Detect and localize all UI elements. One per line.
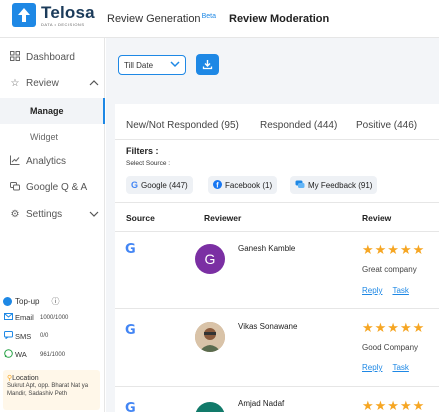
feedback-icon bbox=[295, 180, 305, 191]
sidebar-item-google-qa[interactable]: Google Q & A bbox=[0, 174, 105, 200]
avatar: G bbox=[195, 244, 225, 274]
credit-sms-label: SMS bbox=[15, 331, 32, 341]
chart-icon bbox=[8, 155, 22, 168]
download-icon bbox=[202, 60, 213, 70]
sms-icon bbox=[3, 331, 13, 341]
dashboard-icon bbox=[8, 50, 22, 64]
brand-tagline: DATA • DECISIONS bbox=[41, 21, 85, 27]
review-actions: Reply Task bbox=[362, 363, 419, 372]
google-icon: G bbox=[125, 242, 136, 257]
sidebar-item-review[interactable]: ☆ Review bbox=[0, 70, 105, 96]
credit-sms-value: 0/0 bbox=[40, 333, 49, 339]
download-button[interactable] bbox=[196, 54, 219, 75]
credit-wa-value: 961/1000 bbox=[40, 351, 66, 358]
chip-label: Google (447) bbox=[141, 180, 188, 190]
google-icon: G bbox=[131, 180, 139, 190]
review-tabs: New/Not Responded (95) Responded (444) P… bbox=[115, 104, 439, 140]
review-text: Great company bbox=[362, 265, 417, 274]
nav-review-generation-label: Review Generation bbox=[107, 13, 201, 25]
chevron-up-icon bbox=[89, 78, 99, 89]
nav-review-generation[interactable]: Review GenerationBeta bbox=[107, 13, 216, 25]
beta-badge: Beta bbox=[201, 13, 216, 20]
google-icon: G bbox=[125, 401, 136, 412]
avatar bbox=[195, 322, 225, 352]
review-text: Good Company bbox=[362, 343, 419, 352]
star-rating: ★★★★★ bbox=[362, 242, 426, 257]
sidebar-item-label: Review bbox=[26, 77, 59, 89]
sidebar-item-label: Settings bbox=[26, 208, 63, 220]
facebook-icon: f bbox=[213, 179, 222, 191]
google-icon: G bbox=[125, 323, 136, 338]
source-chip-facebook[interactable]: f Facebook (1) bbox=[208, 176, 278, 194]
star-outline-icon: ☆ bbox=[10, 77, 20, 89]
tab-positive[interactable]: Positive (446) bbox=[356, 120, 417, 131]
tab-responded[interactable]: Responded (444) bbox=[260, 120, 337, 131]
reviewer-name[interactable]: Vikas Sonawane bbox=[238, 322, 297, 331]
task-link[interactable]: Task bbox=[392, 286, 408, 295]
table-row: G G Ganesh Kamble ★★★★★ Great company Re… bbox=[115, 232, 439, 309]
source-chip-google[interactable]: G Google (447) bbox=[126, 176, 193, 194]
reply-link[interactable]: Reply bbox=[362, 286, 382, 295]
whatsapp-icon bbox=[3, 349, 13, 360]
column-header-review: Review bbox=[362, 213, 392, 223]
main-content: Till Date New/Not Responded (95) Respond… bbox=[106, 38, 439, 412]
sidebar: Dashboard ☆ Review Manage Widget Analyti… bbox=[0, 38, 105, 412]
column-header-source: Source bbox=[126, 213, 155, 223]
credit-sms: SMS 0/0 bbox=[3, 331, 48, 341]
gear-icon: ⚙ bbox=[10, 208, 20, 220]
column-header-reviewer: Reviewer bbox=[204, 213, 242, 223]
chevron-down-icon bbox=[89, 209, 99, 220]
table-header: Source Reviewer Review bbox=[115, 202, 439, 232]
star-rating: ★★★★★ bbox=[362, 398, 426, 412]
reviewer-name[interactable]: Amjad Nadaf bbox=[238, 399, 284, 408]
sidebar-item-dashboard[interactable]: Dashboard bbox=[0, 44, 105, 70]
chevron-down-icon bbox=[170, 58, 180, 73]
topup-row[interactable]: Top-up ⓘ bbox=[3, 296, 59, 307]
table-row: G Vikas Sonawane ★★★★★ Good Company Repl… bbox=[115, 309, 439, 387]
sidebar-item-label: Dashboard bbox=[26, 51, 75, 63]
reviewer-name[interactable]: Ganesh Kamble bbox=[238, 244, 295, 253]
email-icon bbox=[3, 313, 13, 322]
chip-label: Facebook (1) bbox=[225, 180, 273, 190]
telosa-logo-icon bbox=[12, 3, 36, 27]
credit-email: Email 1000/1000 bbox=[3, 313, 68, 322]
select-source-label: Select Source : bbox=[126, 160, 171, 167]
sidebar-item-settings[interactable]: ⚙ Settings bbox=[0, 201, 105, 227]
table-row: G A Amjad Nadaf ★★★★★ bbox=[115, 387, 439, 412]
task-link[interactable]: Task bbox=[392, 363, 408, 372]
credit-email-value: 1000/1000 bbox=[40, 314, 69, 321]
location-address: Sukrut Apt, opp. Bharat Nat ya Mandir, S… bbox=[7, 383, 89, 397]
reply-link[interactable]: Reply bbox=[362, 363, 382, 372]
info-icon[interactable]: ⓘ bbox=[51, 296, 59, 307]
location-box: ⚲Location Sukrut Apt, opp. Bharat Nat ya… bbox=[3, 370, 100, 410]
source-chip-my-feedback[interactable]: My Feedback (91) bbox=[290, 176, 378, 194]
sidebar-item-label: Google Q & A bbox=[26, 181, 88, 193]
sidebar-item-label: Analytics bbox=[26, 155, 67, 167]
sidebar-item-widget[interactable]: Widget bbox=[0, 124, 105, 150]
avatar: A bbox=[195, 402, 225, 412]
credit-email-label: Email bbox=[15, 313, 34, 322]
filters-title: Filters : bbox=[126, 146, 159, 156]
topup-label: Top-up bbox=[15, 297, 40, 306]
nav-review-moderation[interactable]: Review Moderation bbox=[229, 13, 329, 25]
chip-label: My Feedback (91) bbox=[308, 180, 373, 190]
star-rating: ★★★★★ bbox=[362, 320, 426, 335]
credit-wa-label: WA bbox=[15, 350, 27, 359]
date-filter-value: Till Date bbox=[124, 60, 154, 70]
brand-name: Telosa bbox=[41, 2, 95, 22]
top-bar: Telosa DATA • DECISIONS Review Generatio… bbox=[0, 0, 439, 38]
credit-wa: WA 961/1000 bbox=[3, 349, 65, 360]
reviews-panel: New/Not Responded (95) Responded (444) P… bbox=[115, 104, 439, 412]
sidebar-item-analytics[interactable]: Analytics bbox=[0, 148, 105, 174]
brand-logo[interactable]: Telosa DATA • DECISIONS bbox=[12, 3, 95, 27]
qa-icon bbox=[8, 181, 22, 194]
topup-icon bbox=[3, 297, 12, 306]
sidebar-item-manage[interactable]: Manage bbox=[0, 98, 105, 124]
date-filter-select[interactable]: Till Date bbox=[118, 55, 186, 75]
tab-new-not-responded[interactable]: New/Not Responded (95) bbox=[126, 120, 239, 131]
location-title: Location bbox=[12, 375, 39, 382]
review-actions: Reply Task bbox=[362, 286, 419, 295]
